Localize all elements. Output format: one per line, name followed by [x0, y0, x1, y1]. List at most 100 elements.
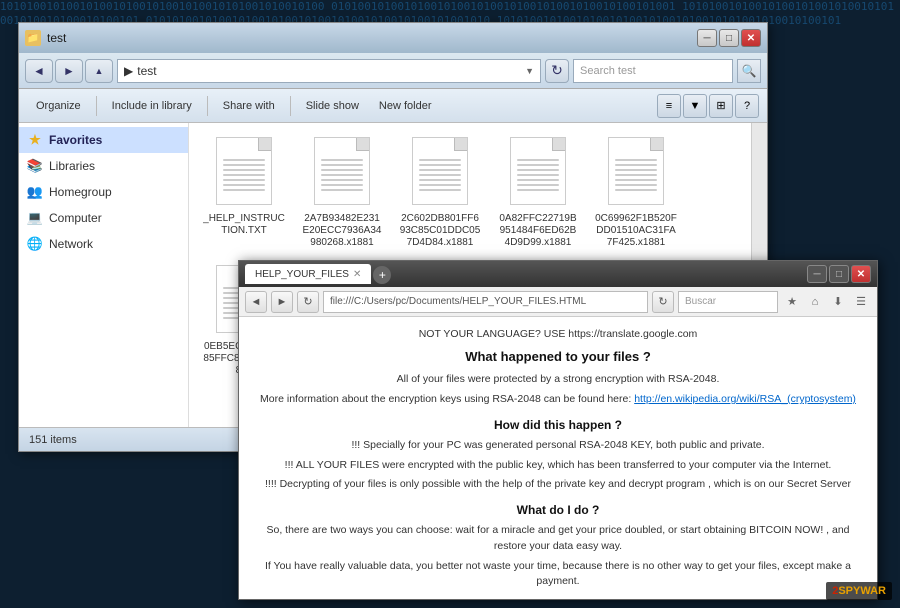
file-name: _HELP_INSTRUCTION.TXT [203, 213, 285, 237]
nav-buttons: ◄ ► ▲ [25, 59, 113, 83]
sidebar-item-homegroup[interactable]: 👥 Homegroup [19, 179, 188, 205]
browser-maximize-button[interactable]: □ [829, 265, 849, 283]
breadcrumb-arrow: ▶ [124, 64, 133, 78]
window-controls: ─ □ ✕ [697, 29, 761, 47]
toolbar-separator-2 [207, 96, 208, 116]
section-what-happened: What happened to your files ? [259, 347, 857, 367]
slideshow-button[interactable]: Slide show [297, 93, 368, 119]
p-pc-key: !!! Specially for your PC was generated … [259, 438, 857, 454]
toolbar-separator-1 [96, 96, 97, 116]
toolbar: Organize Include in library Share with S… [19, 89, 767, 123]
address-bar: ◄ ► ▲ ▶ test ▼ ↻ Search test 🔍 [19, 53, 767, 89]
include-library-button[interactable]: Include in library [103, 93, 201, 119]
file-item[interactable]: 0C69962F1B520FDD01510AC31FA7F425.x1881 [591, 133, 681, 253]
file-name: 0A82FFC22719B951484F6ED62B4D9D99.x1881 [497, 213, 579, 249]
browser-content: NOT YOUR LANGUAGE? USE https://translate… [239, 317, 877, 599]
settings-icon[interactable]: ☰ [851, 292, 871, 312]
homegroup-icon: 👥 [27, 184, 43, 200]
address-dropdown[interactable]: ▼ [525, 66, 534, 76]
file-icon [310, 137, 374, 209]
home-icon[interactable]: ⌂ [805, 292, 825, 312]
folder-icon: 📁 [25, 30, 41, 46]
file-item[interactable]: 0A82FFC22719B951484F6ED62B4D9D99.x1881 [493, 133, 583, 253]
toolbar-separator-3 [290, 96, 291, 116]
sidebar-item-favorites[interactable]: ★ Favorites [19, 127, 188, 153]
address-text: test [137, 64, 156, 78]
network-label: Network [49, 237, 93, 251]
file-item[interactable]: _HELP_INSTRUCTION.TXT [199, 133, 289, 253]
tab-label: HELP_YOUR_FILES [255, 269, 349, 280]
p-two-ways: So, there are two ways you can choose: w… [259, 523, 857, 555]
new-folder-button[interactable]: New folder [370, 93, 441, 119]
tab-close-button[interactable]: ✕ [353, 269, 361, 280]
browser-tab-active[interactable]: HELP_YOUR_FILES ✕ [245, 264, 371, 284]
sidebar-item-network[interactable]: 🌐 Network [19, 231, 188, 257]
minimize-button[interactable]: ─ [697, 29, 717, 47]
p-decrypt: !!!! Decrypting of your files is only po… [259, 477, 857, 493]
organize-button[interactable]: Organize [27, 93, 90, 119]
window-title: test [47, 31, 66, 45]
address-field[interactable]: ▶ test ▼ [117, 59, 541, 83]
browser-search-field[interactable]: Buscar [678, 291, 778, 313]
search-submit-button[interactable]: 🔍 [737, 59, 761, 83]
top-note: NOT YOUR LANGUAGE? USE https://translate… [259, 327, 857, 343]
homegroup-label: Homegroup [49, 185, 112, 199]
star-favorite-icon[interactable]: ★ [782, 292, 802, 312]
view-details-button[interactable]: ≡ [657, 94, 681, 118]
search-field[interactable]: Search test [573, 59, 733, 83]
p-more-info: More information about the encryption ke… [259, 392, 857, 408]
file-icon [506, 137, 570, 209]
close-button[interactable]: ✕ [741, 29, 761, 47]
file-item[interactable]: 2C602DB801FF693C85C01DDC057D4D84.x1881 [395, 133, 485, 253]
p-encryption: All of your files were protected by a st… [259, 372, 857, 388]
section-instructions: For more specific instructions: [259, 598, 857, 599]
status-text: 151 items [29, 434, 77, 446]
p-valuable-data: If You have really valuable data, you be… [259, 559, 857, 591]
sidebar-item-computer[interactable]: 💻 Computer [19, 205, 188, 231]
spywar-badge: 2SPYWAR [826, 582, 892, 600]
forward-button[interactable]: ► [55, 59, 83, 83]
file-icon [212, 137, 276, 209]
browser-url-bar[interactable]: file:///C:/Users/pc/Documents/HELP_YOUR_… [323, 291, 648, 313]
share-with-button[interactable]: Share with [214, 93, 284, 119]
badge-text: SPYWAR [838, 585, 886, 597]
download-icon[interactable]: ⬇ [828, 292, 848, 312]
back-button[interactable]: ◄ [25, 59, 53, 83]
file-icon [408, 137, 472, 209]
libraries-icon: 📚 [27, 158, 43, 174]
browser-forward-button[interactable]: ► [271, 291, 293, 313]
p-all-files: !!! ALL YOUR FILES were encrypted with t… [259, 458, 857, 474]
network-icon: 🌐 [27, 236, 43, 252]
maximize-button[interactable]: □ [719, 29, 739, 47]
browser-minimize-button[interactable]: ─ [807, 265, 827, 283]
browser-window: HELP_YOUR_FILES ✕ + ─ □ ✕ ◄ ► ↻ file:///… [238, 260, 878, 600]
file-item[interactable]: 2A7B93482E231E20ECC7936A34980268.x1881 [297, 133, 387, 253]
browser-url-go-button[interactable]: ↻ [652, 291, 674, 313]
view-dropdown-button[interactable]: ▼ [683, 94, 707, 118]
computer-icon: 💻 [27, 210, 43, 226]
refresh-button[interactable]: ↻ [545, 59, 569, 83]
browser-tabs: HELP_YOUR_FILES ✕ + [245, 264, 391, 284]
file-name: 2A7B93482E231E20ECC7936A34980268.x1881 [301, 213, 383, 249]
browser-refresh-button[interactable]: ↻ [297, 291, 319, 313]
search-placeholder: Search test [580, 65, 636, 77]
file-name: 2C602DB801FF693C85C01DDC057D4D84.x1881 [399, 213, 481, 249]
url-text: file:///C:/Users/pc/Documents/HELP_YOUR_… [330, 296, 586, 307]
browser-back-button[interactable]: ◄ [245, 291, 267, 313]
view-tiles-button[interactable]: ⊞ [709, 94, 733, 118]
rsa-link[interactable]: http://en.wikipedia.org/wiki/RSA_(crypto… [634, 393, 856, 405]
file-icon [604, 137, 668, 209]
section-how-happened: How did this happen ? [259, 416, 857, 434]
new-tab-button[interactable]: + [373, 266, 391, 284]
browser-window-controls: ─ □ ✕ [807, 265, 871, 283]
help-button[interactable]: ? [735, 94, 759, 118]
sidebar: ★ Favorites 📚 Libraries 👥 Homegroup 💻 Co… [19, 123, 189, 427]
browser-search-placeholder: Buscar [685, 296, 716, 307]
sidebar-item-libraries[interactable]: 📚 Libraries [19, 153, 188, 179]
section-what-to-do: What do I do ? [259, 501, 857, 519]
favorites-label: Favorites [49, 133, 102, 147]
sidebar-favorites-section: ★ Favorites 📚 Libraries 👥 Homegroup 💻 Co… [19, 123, 188, 261]
browser-nav: ◄ ► ↻ file:///C:/Users/pc/Documents/HELP… [239, 287, 877, 317]
up-button[interactable]: ▲ [85, 59, 113, 83]
browser-close-button[interactable]: ✕ [851, 265, 871, 283]
